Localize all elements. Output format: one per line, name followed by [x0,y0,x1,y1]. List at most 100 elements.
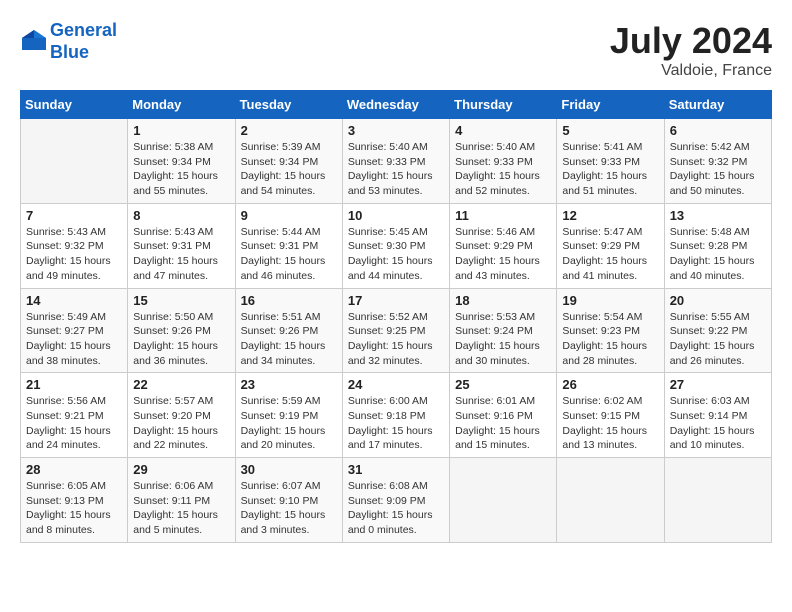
week-row-3: 14 Sunrise: 5:49 AM Sunset: 9:27 PM Dayli… [21,288,772,373]
day-info: Sunrise: 6:01 AM Sunset: 9:16 PM Dayligh… [455,394,551,453]
day-info: Sunrise: 5:50 AM Sunset: 9:26 PM Dayligh… [133,310,229,369]
calendar-cell: 31 Sunrise: 6:08 AM Sunset: 9:09 PM Dayli… [342,458,449,543]
day-number: 10 [348,208,444,223]
day-number: 16 [241,293,337,308]
logo-text: General Blue [50,20,117,63]
day-info: Sunrise: 6:06 AM Sunset: 9:11 PM Dayligh… [133,479,229,538]
day-info: Sunrise: 5:56 AM Sunset: 9:21 PM Dayligh… [26,394,122,453]
calendar-cell: 14 Sunrise: 5:49 AM Sunset: 9:27 PM Dayli… [21,288,128,373]
calendar-cell: 26Sunrise: 6:02 AM Sunset: 9:15 PM Dayli… [557,373,664,458]
day-number: 14 [26,293,122,308]
day-number: 4 [455,123,551,138]
calendar-cell: 21 Sunrise: 5:56 AM Sunset: 9:21 PM Dayli… [21,373,128,458]
weekday-header-saturday: Saturday [664,91,771,119]
logo: General Blue [20,20,117,63]
calendar-cell: 15 Sunrise: 5:50 AM Sunset: 9:26 PM Dayli… [128,288,235,373]
calendar-cell: 10 Sunrise: 5:45 AM Sunset: 9:30 PM Dayli… [342,203,449,288]
day-info: Sunrise: 5:48 AM Sunset: 9:28 PM Dayligh… [670,225,766,284]
calendar-cell: 16 Sunrise: 5:51 AM Sunset: 9:26 PM Dayli… [235,288,342,373]
day-info: Sunrise: 5:51 AM Sunset: 9:26 PM Dayligh… [241,310,337,369]
day-number: 3 [348,123,444,138]
calendar-cell: 4 Sunrise: 5:40 AM Sunset: 9:33 PM Daylig… [450,119,557,204]
calendar-cell: 18 Sunrise: 5:53 AM Sunset: 9:24 PM Dayli… [450,288,557,373]
day-number: 19 [562,293,658,308]
day-info: Sunrise: 5:39 AM Sunset: 9:34 PM Dayligh… [241,140,337,199]
day-info: Sunrise: 5:45 AM Sunset: 9:30 PM Dayligh… [348,225,444,284]
calendar-cell: 17 Sunrise: 5:52 AM Sunset: 9:25 PM Dayli… [342,288,449,373]
week-row-1: 1Sunrise: 5:38 AM Sunset: 9:34 PM Daylig… [21,119,772,204]
day-number: 28 [26,462,122,477]
day-number: 2 [241,123,337,138]
day-number: 12 [562,208,658,223]
day-info: Sunrise: 5:53 AM Sunset: 9:24 PM Dayligh… [455,310,551,369]
day-number: 31 [348,462,444,477]
day-info: Sunrise: 6:03 AM Sunset: 9:14 PM Dayligh… [670,394,766,453]
day-number: 25 [455,377,551,392]
calendar-cell: 8 Sunrise: 5:43 AM Sunset: 9:31 PM Daylig… [128,203,235,288]
day-info: Sunrise: 6:05 AM Sunset: 9:13 PM Dayligh… [26,479,122,538]
location-title: Valdoie, France [610,62,772,80]
day-info: Sunrise: 5:46 AM Sunset: 9:29 PM Dayligh… [455,225,551,284]
day-number: 17 [348,293,444,308]
day-info: Sunrise: 5:57 AM Sunset: 9:20 PM Dayligh… [133,394,229,453]
weekday-header-wednesday: Wednesday [342,91,449,119]
day-number: 23 [241,377,337,392]
day-info: Sunrise: 5:40 AM Sunset: 9:33 PM Dayligh… [348,140,444,199]
day-info: Sunrise: 6:08 AM Sunset: 9:09 PM Dayligh… [348,479,444,538]
calendar-cell: 11Sunrise: 5:46 AM Sunset: 9:29 PM Dayli… [450,203,557,288]
calendar-cell: 30 Sunrise: 6:07 AM Sunset: 9:10 PM Dayli… [235,458,342,543]
calendar-cell: 5 Sunrise: 5:41 AM Sunset: 9:33 PM Daylig… [557,119,664,204]
day-info: Sunrise: 5:42 AM Sunset: 9:32 PM Dayligh… [670,140,766,199]
day-info: Sunrise: 5:43 AM Sunset: 9:31 PM Dayligh… [133,225,229,284]
day-info: Sunrise: 5:44 AM Sunset: 9:31 PM Dayligh… [241,225,337,284]
day-number: 30 [241,462,337,477]
day-info: Sunrise: 5:43 AM Sunset: 9:32 PM Dayligh… [26,225,122,284]
day-number: 13 [670,208,766,223]
calendar-cell [21,119,128,204]
calendar-cell: 23 Sunrise: 5:59 AM Sunset: 9:19 PM Dayli… [235,373,342,458]
day-number: 26 [562,377,658,392]
calendar-cell: 6 Sunrise: 5:42 AM Sunset: 9:32 PM Daylig… [664,119,771,204]
day-number: 9 [241,208,337,223]
calendar-cell: 22 Sunrise: 5:57 AM Sunset: 9:20 PM Dayli… [128,373,235,458]
day-number: 20 [670,293,766,308]
day-number: 18 [455,293,551,308]
calendar-cell: 2 Sunrise: 5:39 AM Sunset: 9:34 PM Daylig… [235,119,342,204]
calendar-cell: 3 Sunrise: 5:40 AM Sunset: 9:33 PM Daylig… [342,119,449,204]
calendar-cell [450,458,557,543]
day-info: Sunrise: 6:07 AM Sunset: 9:10 PM Dayligh… [241,479,337,538]
day-info: Sunrise: 5:59 AM Sunset: 9:19 PM Dayligh… [241,394,337,453]
calendar-cell: 24Sunrise: 6:00 AM Sunset: 9:18 PM Dayli… [342,373,449,458]
weekday-header-thursday: Thursday [450,91,557,119]
day-info: Sunrise: 5:52 AM Sunset: 9:25 PM Dayligh… [348,310,444,369]
page-header: General Blue July 2024 Valdoie, France [20,20,772,80]
calendar-cell: 27Sunrise: 6:03 AM Sunset: 9:14 PM Dayli… [664,373,771,458]
calendar-cell: 13 Sunrise: 5:48 AM Sunset: 9:28 PM Dayli… [664,203,771,288]
title-area: July 2024 Valdoie, France [610,20,772,80]
calendar-cell: 9 Sunrise: 5:44 AM Sunset: 9:31 PM Daylig… [235,203,342,288]
day-info: Sunrise: 5:38 AM Sunset: 9:34 PM Dayligh… [133,140,229,199]
calendar-cell [664,458,771,543]
day-info: Sunrise: 5:40 AM Sunset: 9:33 PM Dayligh… [455,140,551,199]
weekday-header-row: SundayMondayTuesdayWednesdayThursdayFrid… [21,91,772,119]
day-number: 21 [26,377,122,392]
weekday-header-sunday: Sunday [21,91,128,119]
day-number: 22 [133,377,229,392]
day-number: 6 [670,123,766,138]
logo-icon [20,28,48,56]
day-number: 7 [26,208,122,223]
weekday-header-friday: Friday [557,91,664,119]
calendar-cell: 25 Sunrise: 6:01 AM Sunset: 9:16 PM Dayli… [450,373,557,458]
day-info: Sunrise: 5:55 AM Sunset: 9:22 PM Dayligh… [670,310,766,369]
day-info: Sunrise: 6:00 AM Sunset: 9:18 PM Dayligh… [348,394,444,453]
day-info: Sunrise: 5:47 AM Sunset: 9:29 PM Dayligh… [562,225,658,284]
month-title: July 2024 [610,20,772,62]
day-info: Sunrise: 5:41 AM Sunset: 9:33 PM Dayligh… [562,140,658,199]
day-number: 8 [133,208,229,223]
day-info: Sunrise: 5:49 AM Sunset: 9:27 PM Dayligh… [26,310,122,369]
calendar-body: 1Sunrise: 5:38 AM Sunset: 9:34 PM Daylig… [21,119,772,543]
day-number: 5 [562,123,658,138]
calendar-table: SundayMondayTuesdayWednesdayThursdayFrid… [20,90,772,543]
weekday-header-monday: Monday [128,91,235,119]
day-number: 15 [133,293,229,308]
